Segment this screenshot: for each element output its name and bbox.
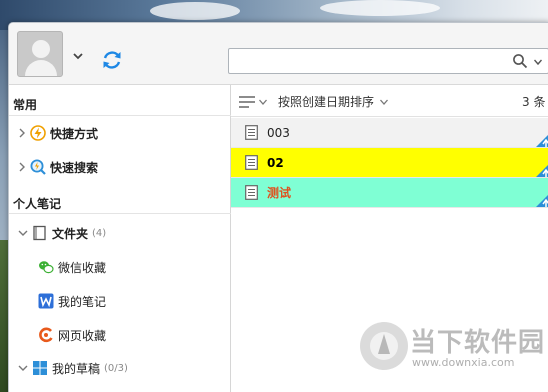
chevron-down-icon[interactable]: [380, 98, 388, 106]
search-icon[interactable]: [512, 53, 528, 69]
chevron-down-icon[interactable]: [73, 51, 83, 61]
note-list-item[interactable]: 02: [231, 148, 548, 178]
quick-search-icon: [30, 159, 46, 175]
sort-dropdown[interactable]: 按照创建日期排序: [278, 93, 374, 110]
document-icon: [245, 185, 258, 200]
sidebar-item-label: 快捷方式: [50, 126, 99, 141]
search-input[interactable]: [229, 49, 499, 73]
sidebar: 常用 快捷方式 快速搜索 个人笔记 文件夹 (4) 微信收藏 我的笔记 网页收藏…: [9, 85, 231, 392]
sidebar-item-folder[interactable]: 文件夹 (4): [9, 218, 231, 248]
divider: [9, 213, 231, 214]
chevron-right-icon[interactable]: [18, 128, 26, 138]
note-list-item[interactable]: 测试: [231, 178, 548, 208]
sync-icon[interactable]: [101, 49, 123, 71]
cloud: [320, 0, 440, 16]
divider: [9, 115, 231, 116]
sidebar-item-quick-search[interactable]: 快速搜索: [9, 152, 231, 182]
lightning-icon: [30, 125, 46, 141]
wechat-icon: [39, 261, 54, 274]
sidebar-item-drafts[interactable]: 我的草稿 (0/3): [9, 353, 231, 383]
wiz-note-icon: [38, 293, 54, 309]
chevron-down-icon[interactable]: [18, 364, 28, 372]
search-dropdown-icon[interactable]: [534, 58, 542, 66]
watermark-url: www.downxia.com: [412, 356, 515, 369]
folder-icon: [33, 225, 46, 241]
windows-icon: [33, 361, 47, 375]
cloud: [150, 2, 240, 20]
sidebar-item-label: 文件夹: [52, 226, 89, 241]
upload-flag-icon: [536, 195, 548, 207]
web-favorite-icon: [39, 327, 53, 343]
watermark-title: 当下软件园: [410, 328, 546, 358]
folder-count: (4): [92, 227, 107, 239]
chevron-down-icon[interactable]: [18, 229, 28, 237]
watermark-logo: [360, 322, 408, 370]
note-title: 02: [267, 155, 284, 170]
avatar[interactable]: [17, 31, 63, 77]
sidebar-item-web-favorites[interactable]: 网页收藏: [9, 320, 231, 350]
sidebar-item-label: 我的笔记: [58, 294, 107, 309]
document-icon: [245, 125, 258, 140]
note-title: 003: [267, 125, 290, 140]
watermark: 当下软件园 www.downxia.com: [358, 318, 546, 378]
note-title: 测试: [267, 186, 292, 200]
sidebar-item-label: 微信收藏: [58, 260, 107, 275]
chevron-right-icon[interactable]: [18, 162, 26, 172]
section-personal-title: 个人笔记: [13, 197, 62, 211]
sidebar-item-my-notes[interactable]: 我的笔记: [9, 286, 231, 316]
section-common-title: 常用: [13, 98, 38, 112]
document-icon: [245, 155, 258, 170]
upload-flag-icon: [536, 165, 548, 177]
note-list-item[interactable]: 003: [231, 118, 548, 148]
sidebar-item-label: 快速搜索: [50, 160, 99, 175]
sidebar-item-wechat[interactable]: 微信收藏: [9, 252, 231, 282]
drafts-count: (0/3): [104, 362, 128, 374]
sidebar-item-label: 网页收藏: [58, 328, 107, 343]
sidebar-item-shortcuts[interactable]: 快捷方式: [9, 118, 231, 148]
chevron-down-icon[interactable]: [259, 98, 267, 106]
top-toolbar: [9, 23, 548, 85]
search-box: [228, 48, 548, 74]
sidebar-item-label: 我的草稿: [52, 361, 101, 376]
note-list-header: 按照创建日期排序 3 条: [231, 85, 548, 117]
list-view-icon[interactable]: [238, 95, 256, 109]
note-count: 3 条: [522, 95, 546, 109]
upload-flag-icon: [536, 135, 548, 147]
